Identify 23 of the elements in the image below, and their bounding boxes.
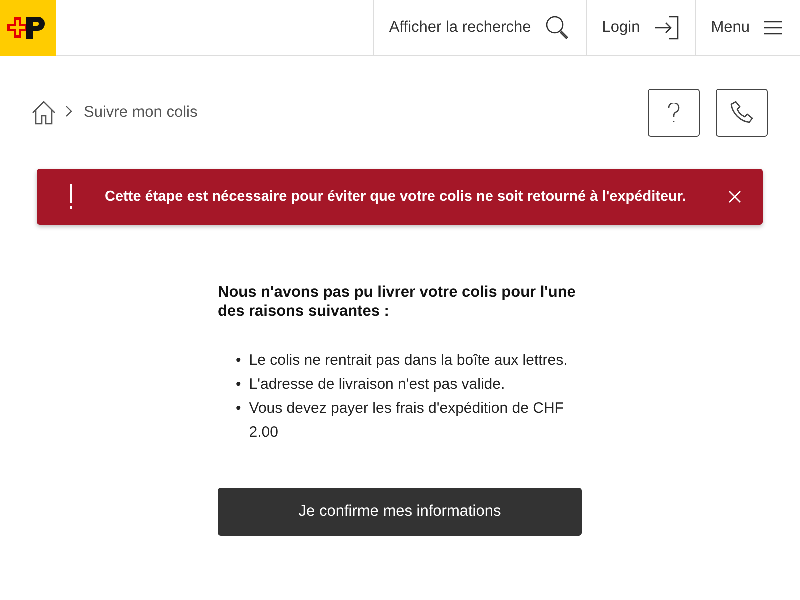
reason-item: Le colis ne rentrait pas dans la boîte aux lettres. bbox=[249, 351, 569, 371]
menu-icon bbox=[764, 20, 782, 34]
home-icon[interactable] bbox=[32, 101, 56, 125]
post-logo[interactable] bbox=[0, 0, 56, 56]
close-icon bbox=[729, 191, 741, 203]
help-button[interactable] bbox=[648, 89, 700, 137]
phone-icon bbox=[730, 101, 754, 125]
confirm-button[interactable]: Je confirme mes informations bbox=[218, 488, 582, 536]
bullet-mark: • bbox=[236, 351, 242, 371]
bullet-mark: • bbox=[236, 375, 242, 395]
reason-item: L'adresse de livraison n'est pas valide. bbox=[249, 375, 506, 395]
menu-button[interactable]: Menu bbox=[695, 0, 800, 55]
bullet-mark: • bbox=[236, 399, 242, 419]
exclamation-icon bbox=[69, 184, 73, 210]
login-button[interactable]: Login bbox=[586, 0, 696, 55]
search-button[interactable]: Afficher la recherche bbox=[373, 0, 586, 55]
question-mark-icon bbox=[668, 103, 680, 123]
breadcrumb-link[interactable]: Suivre mon colis bbox=[84, 104, 198, 122]
alert-message: Cette étape est nécessaire pour éviter que votre colis ne soit retourné à l'expéditeur. bbox=[105, 189, 688, 205]
reasons-heading: Nous n'avons pas pu livrer votre colis pour l'une des raisons suivantes : bbox=[218, 283, 577, 321]
phone-button[interactable] bbox=[716, 89, 768, 137]
login-icon bbox=[654, 16, 680, 40]
reason-item: Vous devez payer les frais d'expédition de CHF 2.00 bbox=[249, 399, 565, 443]
